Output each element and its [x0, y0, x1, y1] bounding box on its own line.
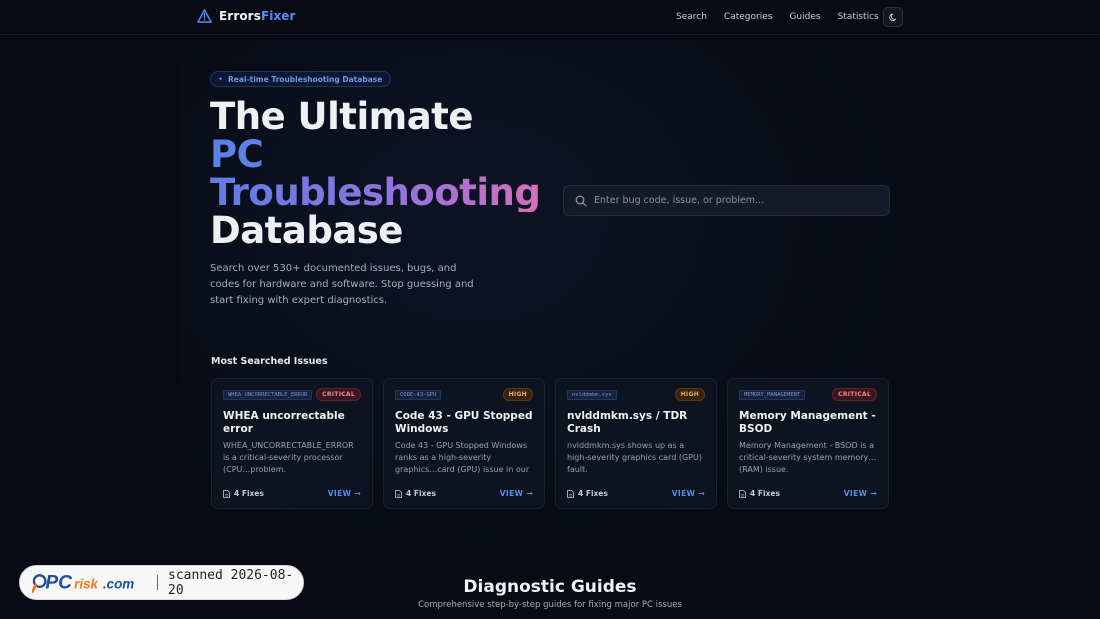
document-icon [395, 489, 402, 498]
issue-code-tag: WHEA_UNCORRECTABLE_ERROR [223, 389, 313, 400]
search-icon [575, 195, 587, 207]
issue-card-nvlddmkm[interactable]: nvlddmkm.sys HIGH nvlddmkm.sys / TDR Cra… [555, 378, 717, 509]
issue-description: Memory Management - BSOD is a critical-s… [739, 441, 877, 474]
nav-link-statistics[interactable]: Statistics [838, 12, 879, 22]
warning-triangle-icon [197, 9, 212, 23]
svg-text:PC: PC [45, 572, 73, 593]
view-link[interactable]: VIEW → [500, 489, 533, 498]
nav-link-categories[interactable]: Categories [724, 12, 773, 22]
top-navbar: ErrorsFixer Search Categories Guides Sta… [0, 0, 1100, 35]
view-link[interactable]: VIEW → [328, 489, 361, 498]
watermark-separator [157, 575, 159, 590]
theme-toggle-button[interactable] [883, 7, 903, 27]
severity-badge: CRITICAL [832, 388, 877, 401]
moon-icon [888, 13, 896, 21]
fixes-count: 4 Fixes [739, 489, 780, 498]
hero-title-line-4: Database [210, 209, 403, 252]
nav-links: Search Categories Guides Statistics [676, 12, 896, 22]
issue-card-memory[interactable]: MEMORY_MANAGEMENT CRITICAL Memory Manage… [727, 378, 889, 509]
issue-code-tag: MEMORY_MANAGEMENT [739, 389, 806, 400]
hero-title: The Ultimate PC Troubleshooting Database [210, 95, 541, 252]
svg-text:.com: .com [103, 576, 134, 591]
document-icon [223, 489, 230, 498]
issue-card-whea[interactable]: WHEA_UNCORRECTABLE_ERROR CRITICAL WHEA u… [211, 378, 373, 509]
document-icon [567, 489, 574, 498]
document-icon [739, 489, 746, 498]
hero-title-line-2: PC [210, 133, 264, 176]
arrow-right-icon: → [870, 489, 877, 498]
issue-cards: WHEA_UNCORRECTABLE_ERROR CRITICAL WHEA u… [211, 378, 889, 509]
nav-link-search[interactable]: Search [676, 12, 707, 22]
guides-subtitle: Comprehensive step-by-step guides for fi… [418, 600, 682, 610]
pcrisk-logo: PC risk .com [32, 572, 134, 593]
issue-title: nvlddmkm.sys / TDR Crash [567, 410, 688, 435]
fixes-count: 4 Fixes [567, 489, 608, 498]
issue-description: WHEA_UNCORRECTABLE_ERROR is a critical-s… [223, 441, 354, 474]
hero-title-line-1: The Ultimate [210, 95, 473, 138]
brand-name: ErrorsFixer [219, 9, 296, 23]
nav-link-guides[interactable]: Guides [789, 12, 820, 22]
hero-description: Search over 530+ documented issues, bugs… [210, 263, 474, 306]
issue-description: nvlddmkm.sys shows up as a high-severity… [567, 441, 702, 474]
issue-code-tag: nvlddmkm.sys [567, 389, 617, 400]
most-searched-heading: Most Searched Issues [211, 356, 328, 367]
arrow-right-icon: → [354, 489, 361, 498]
search-input[interactable] [594, 195, 874, 206]
watermark-text: scanned 2026-08-20 [168, 567, 294, 598]
issue-title: Memory Management - BSOD [739, 410, 876, 435]
issue-code-tag: CODE-43-GPU [395, 389, 442, 400]
issue-card-code43[interactable]: CODE-43-GPU HIGH Code 43 - GPU Stopped W… [383, 378, 545, 509]
hero-badge: ✦ Real-time Troubleshooting Database [210, 71, 392, 87]
view-link[interactable]: VIEW → [844, 489, 877, 498]
issue-title: Code 43 - GPU Stopped Windows [395, 410, 533, 435]
severity-badge: HIGH [674, 388, 705, 401]
bolt-icon: ✦ [218, 75, 224, 83]
fixes-count: 4 Fixes [395, 489, 436, 498]
arrow-right-icon: → [526, 489, 533, 498]
fixes-count: 4 Fixes [223, 489, 264, 498]
arrow-right-icon: → [698, 489, 705, 498]
issue-title: WHEA uncorrectable error [223, 410, 345, 435]
brand-logo[interactable]: ErrorsFixer [197, 9, 296, 23]
search-bar[interactable] [563, 185, 890, 216]
severity-badge: CRITICAL [316, 388, 361, 401]
severity-badge: HIGH [502, 388, 533, 401]
hero-title-line-3: Troubleshooting [210, 171, 541, 214]
hero-badge-text: Real-time Troubleshooting Database [228, 74, 383, 84]
view-link[interactable]: VIEW → [672, 489, 705, 498]
issue-description: Code 43 - GPU Stopped Windows ranks as a… [395, 441, 530, 474]
pcrisk-watermark: PC risk .com scanned 2026-08-20 [19, 565, 304, 600]
svg-text:risk: risk [74, 576, 99, 591]
